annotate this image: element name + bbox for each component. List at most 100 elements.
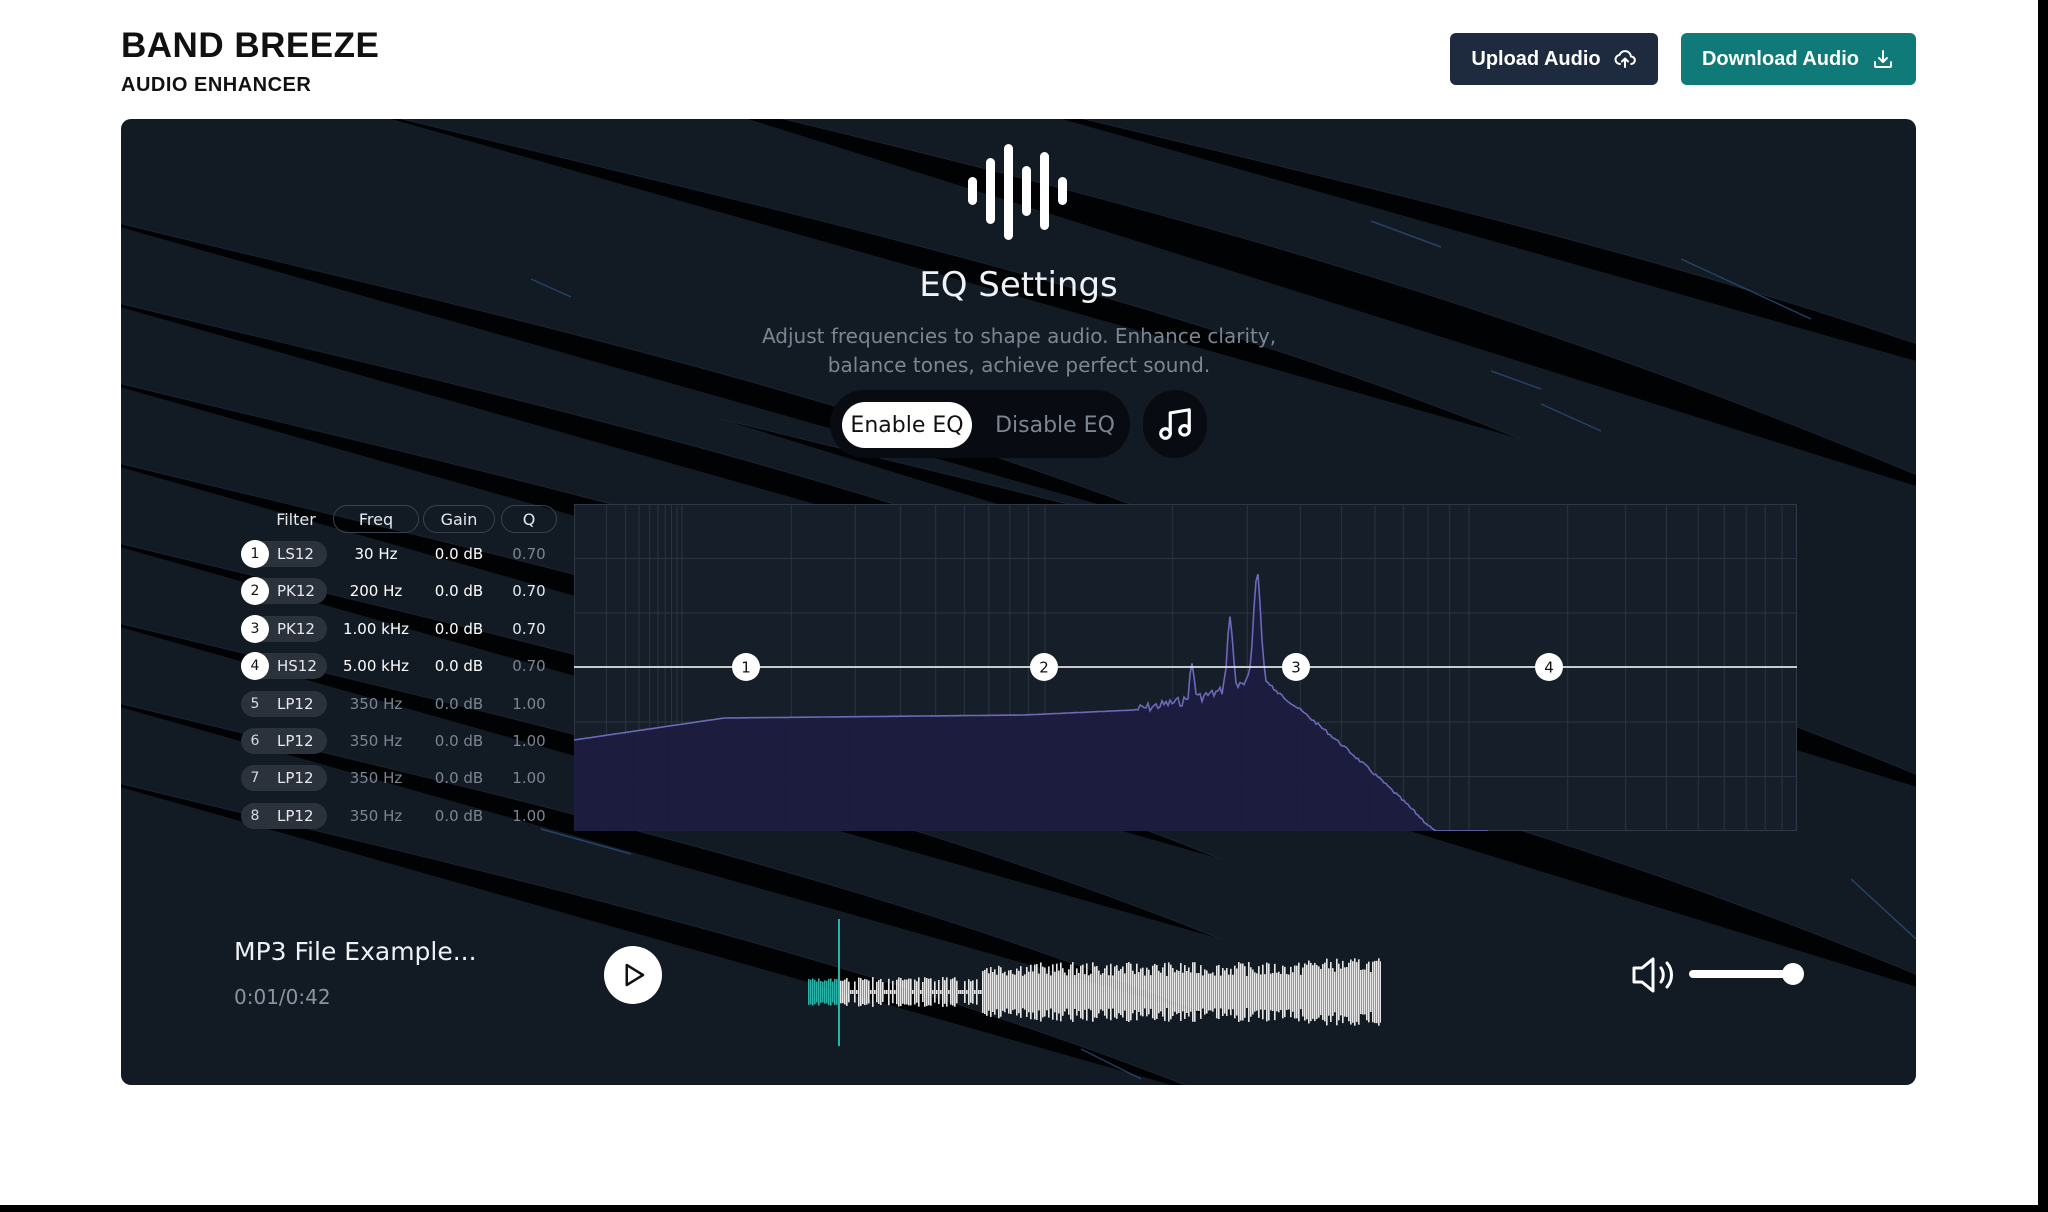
waveform-bar bbox=[1214, 975, 1216, 1009]
waveform-bar bbox=[934, 981, 936, 1003]
waveform-bar bbox=[816, 981, 818, 1003]
waveform-bar bbox=[1238, 962, 1240, 1022]
filter-gain[interactable]: 0.0 dB bbox=[423, 616, 495, 642]
waveform-bar bbox=[1096, 966, 1098, 1018]
waveform-bar bbox=[1180, 963, 1182, 1021]
waveform-bar bbox=[920, 990, 922, 994]
waveform-bar bbox=[814, 979, 816, 1005]
waveform-bar bbox=[856, 990, 858, 994]
waveform-bar bbox=[1234, 965, 1236, 1019]
filter-gain[interactable]: 0.0 dB bbox=[423, 765, 495, 791]
filter-gain[interactable]: 0.0 dB bbox=[423, 728, 495, 754]
waveform-bar bbox=[850, 990, 852, 994]
waveform-bar bbox=[1056, 963, 1058, 1021]
waveform-bar bbox=[1122, 966, 1124, 1018]
window-edge-bottom bbox=[0, 1205, 2048, 1212]
waveform-bar bbox=[908, 978, 910, 1006]
waveform-bar bbox=[870, 990, 872, 994]
waveform-bar bbox=[1006, 975, 1008, 1009]
filter-q[interactable]: 0.70 bbox=[501, 616, 557, 642]
waveform-bar bbox=[818, 978, 820, 1006]
waveform-bar bbox=[1240, 963, 1242, 1021]
waveform-bar bbox=[1278, 971, 1280, 1013]
waveform-bar bbox=[884, 990, 886, 994]
waveform-bar bbox=[1086, 963, 1088, 1021]
waveform-bar bbox=[1084, 974, 1086, 1010]
waveform-bar bbox=[932, 990, 934, 994]
filter-freq[interactable]: 350 Hz bbox=[333, 691, 419, 717]
waveform-bar bbox=[1154, 963, 1156, 1021]
header-gain[interactable]: Gain bbox=[423, 505, 495, 533]
waveform-bar bbox=[1166, 975, 1168, 1009]
waveform-bar bbox=[962, 990, 964, 994]
waveform-bar bbox=[1178, 970, 1180, 1014]
filter-q[interactable]: 1.00 bbox=[501, 691, 557, 717]
filter-gain[interactable]: 0.0 dB bbox=[423, 653, 495, 679]
filter-q[interactable]: 0.70 bbox=[501, 541, 557, 567]
filter-freq[interactable]: 200 Hz bbox=[333, 578, 419, 604]
waveform-bar bbox=[1276, 972, 1278, 1012]
eq-graph[interactable]: 1 2 3 4 bbox=[574, 504, 1797, 831]
waveform-bar bbox=[1110, 963, 1112, 1021]
waveform-bar bbox=[1036, 964, 1038, 1020]
waveform-bar bbox=[1244, 966, 1246, 1018]
waveform-bar bbox=[1242, 963, 1244, 1021]
volume-slider-track[interactable] bbox=[1689, 970, 1794, 978]
play-button[interactable] bbox=[604, 946, 662, 1004]
header-freq[interactable]: Freq bbox=[333, 505, 419, 533]
header-q[interactable]: Q bbox=[501, 505, 557, 533]
volume-icon[interactable] bbox=[1631, 953, 1679, 997]
download-audio-button[interactable]: Download Audio bbox=[1681, 33, 1916, 85]
waveform-bar bbox=[1168, 962, 1170, 1022]
waveform-bar bbox=[944, 980, 946, 1004]
waveform[interactable] bbox=[681, 899, 1381, 1049]
filter-q[interactable]: 1.00 bbox=[501, 728, 557, 754]
waveform-bar bbox=[1280, 974, 1282, 1010]
waveform-bar bbox=[1218, 964, 1220, 1020]
waveform-bar bbox=[1210, 973, 1212, 1011]
waveform-bar bbox=[1220, 975, 1222, 1009]
waveform-bar bbox=[1274, 963, 1276, 1021]
disable-eq-button[interactable]: Disable EQ bbox=[985, 402, 1125, 448]
waveform-bar bbox=[1028, 971, 1030, 1013]
filter-gain[interactable]: 0.0 dB bbox=[423, 691, 495, 717]
filter-q[interactable]: 0.70 bbox=[501, 578, 557, 604]
waveform-bar bbox=[1260, 974, 1262, 1010]
waveform-bar bbox=[1082, 964, 1084, 1020]
waveform-bar bbox=[1088, 975, 1090, 1009]
upload-audio-button[interactable]: Upload Audio bbox=[1450, 33, 1658, 85]
filter-gain[interactable]: 0.0 dB bbox=[423, 578, 495, 604]
waveform-bar bbox=[1252, 969, 1254, 1015]
waveform-bar bbox=[1268, 963, 1270, 1021]
filter-freq[interactable]: 1.00 kHz bbox=[333, 616, 419, 642]
filter-freq[interactable]: 350 Hz bbox=[333, 728, 419, 754]
music-button[interactable] bbox=[1143, 390, 1207, 458]
filter-freq[interactable]: 5.00 kHz bbox=[333, 653, 419, 679]
filter-q[interactable]: 1.00 bbox=[501, 803, 557, 829]
filter-gain[interactable]: 0.0 dB bbox=[423, 803, 495, 829]
waveform-bar bbox=[914, 979, 916, 1005]
filter-freq[interactable]: 350 Hz bbox=[333, 765, 419, 791]
waveform-bar bbox=[1286, 974, 1288, 1010]
waveform-bar bbox=[1074, 975, 1076, 1009]
waveform-bar bbox=[1020, 966, 1022, 1018]
filter-q[interactable]: 1.00 bbox=[501, 765, 557, 791]
filter-q[interactable]: 0.70 bbox=[501, 653, 557, 679]
waveform-bar bbox=[844, 979, 846, 1005]
waveform-bar bbox=[886, 990, 888, 994]
waveform-bar bbox=[1114, 966, 1116, 1018]
waveform-bar bbox=[1364, 969, 1366, 1015]
enable-eq-button[interactable]: Enable EQ bbox=[842, 402, 972, 448]
waveform-bar bbox=[1054, 971, 1056, 1013]
volume-slider-knob[interactable] bbox=[1782, 963, 1804, 985]
download-icon bbox=[1874, 50, 1892, 68]
header-filter: Filter bbox=[276, 509, 316, 529]
waveform-bar bbox=[1072, 962, 1074, 1022]
filter-gain[interactable]: 0.0 dB bbox=[423, 541, 495, 567]
waveform-bar bbox=[1008, 970, 1010, 1014]
waveform-bar bbox=[900, 977, 902, 1007]
filter-freq[interactable]: 30 Hz bbox=[333, 541, 419, 567]
waveform-bar bbox=[1376, 960, 1378, 1024]
waveform-bar bbox=[1162, 967, 1164, 1017]
filter-freq[interactable]: 350 Hz bbox=[333, 803, 419, 829]
